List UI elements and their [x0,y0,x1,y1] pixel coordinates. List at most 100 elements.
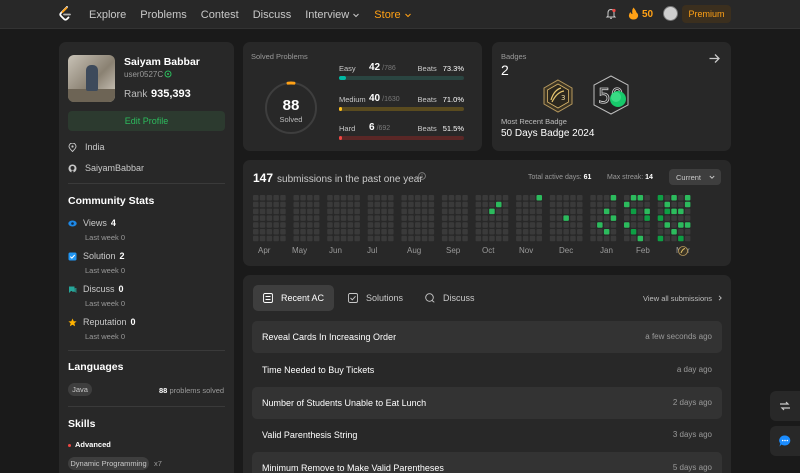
heatmap-cell[interactable] [428,201,435,208]
heatmap-cell[interactable] [401,215,407,221]
heatmap-cell[interactable] [266,222,273,228]
heatmap-cell[interactable] [347,229,354,235]
heatmap-cell[interactable] [556,229,563,235]
heatmap-cell[interactable] [401,229,407,235]
tab-solutions[interactable]: Solutions [338,285,413,311]
heatmap-cell-active[interactable] [630,208,637,215]
heatmap-cell[interactable] [529,229,536,235]
heatmap-cell[interactable] [475,229,482,235]
heatmap-cell[interactable] [327,222,333,228]
heatmap-cell[interactable] [313,195,320,201]
arrow-right-icon[interactable] [708,52,721,65]
heatmap-cell[interactable] [489,215,495,221]
heatmap-cell[interactable] [340,235,347,242]
heatmap-cell[interactable] [415,195,421,201]
info-icon[interactable] [418,172,426,180]
heatmap-cell[interactable] [441,195,448,201]
heatmap-cell[interactable] [570,201,576,208]
heatmap-cell[interactable] [496,215,502,221]
heatmap-cell[interactable] [347,208,354,215]
heatmap-cell[interactable] [597,215,603,221]
heatmap-cell[interactable] [624,235,630,242]
heatmap-cell[interactable] [253,235,259,242]
heatmap-cell[interactable] [428,208,435,215]
heatmap-cell[interactable] [374,195,381,201]
heatmap-cell-active[interactable] [684,222,691,228]
heatmap-cell-active[interactable] [671,208,677,215]
heatmap-cell-active[interactable] [624,201,630,208]
heatmap-cell[interactable] [597,229,603,235]
heatmap-cell[interactable] [415,229,421,235]
heatmap-cell[interactable] [253,215,259,221]
heatmap-cell[interactable] [273,195,279,201]
nav-interview[interactable]: Interview [305,9,360,21]
tab-discuss[interactable]: Discuss [415,285,485,311]
heatmap-cell-active[interactable] [644,208,650,215]
heatmap-cell[interactable] [266,208,273,215]
heatmap-cell[interactable] [630,215,637,221]
heatmap-cell[interactable] [462,229,468,235]
feedback-button[interactable] [770,426,800,456]
heatmap-cell[interactable] [327,235,333,242]
heatmap-cell[interactable] [408,235,414,242]
heatmap-cell[interactable] [496,229,502,235]
heatmap-cell[interactable] [556,195,563,201]
heatmap-cell[interactable] [556,222,563,228]
heatmap-cell[interactable] [455,235,462,242]
submission-title[interactable]: Minimum Remove to Make Valid Parentheses [262,463,444,473]
heatmap-cell[interactable] [496,222,502,228]
heatmap-cell[interactable] [367,235,374,242]
heatmap-cell[interactable] [381,222,387,228]
heatmap-cell[interactable] [637,215,644,221]
heatmap-cell[interactable] [496,208,502,215]
heatmap-cell[interactable] [644,229,650,235]
heatmap-cell[interactable] [313,208,320,215]
heatmap-cell[interactable] [529,201,536,208]
heatmap-cell[interactable] [529,215,536,221]
heatmap-cell[interactable] [482,222,488,228]
heatmap-cell[interactable] [441,235,448,242]
heatmap-cell[interactable] [482,208,488,215]
heatmap-cell[interactable] [556,235,563,242]
heatmap-cell[interactable] [522,195,529,201]
streak-flame-icon[interactable] [628,7,639,20]
heatmap-cell[interactable] [381,195,387,201]
heatmap-cell[interactable] [428,235,435,242]
heatmap-cell-active[interactable] [610,195,617,201]
heatmap-cell[interactable] [496,195,502,201]
heatmap-cell[interactable] [603,201,610,208]
heatmap-cell[interactable] [300,229,306,235]
heatmap-cell[interactable] [597,208,603,215]
heatmap-cell[interactable] [441,215,448,221]
heatmap-cell[interactable] [334,222,340,228]
heatmap-cell[interactable] [590,208,596,215]
heatmap-cell[interactable] [374,215,381,221]
heatmap-cell[interactable] [280,229,286,235]
heatmap-cell[interactable] [266,229,273,235]
heatmap-cell[interactable] [448,208,455,215]
heatmap-cell[interactable] [307,229,313,235]
heatmap-cell-active[interactable] [610,215,617,221]
heatmap-cell[interactable] [408,215,414,221]
heatmap-cell[interactable] [597,235,603,242]
heatmap-cell[interactable] [367,195,374,201]
heatmap-cell[interactable] [684,215,691,221]
user-avatar[interactable] [663,6,678,21]
heatmap-cell[interactable] [334,215,340,221]
heatmap-cell[interactable] [300,222,306,228]
heatmap-cell[interactable] [455,201,462,208]
heatmap-cell[interactable] [549,229,556,235]
heatmap-cell[interactable] [637,208,644,215]
heatmap-cell[interactable] [415,208,421,215]
heatmap-cell[interactable] [678,229,684,235]
heatmap-cell[interactable] [536,201,543,208]
heatmap-cell[interactable] [421,208,428,215]
submission-row[interactable]: Time Needed to Buy Tickets a day ago [252,354,722,386]
heatmap-cell[interactable] [577,201,583,208]
heatmap-cell[interactable] [502,208,509,215]
heatmap-cell[interactable] [340,195,347,201]
heatmap-cell[interactable] [549,208,556,215]
edit-profile-button[interactable]: Edit Profile [68,111,225,131]
heatmap-cell[interactable] [603,195,610,201]
heatmap-cell[interactable] [570,229,576,235]
